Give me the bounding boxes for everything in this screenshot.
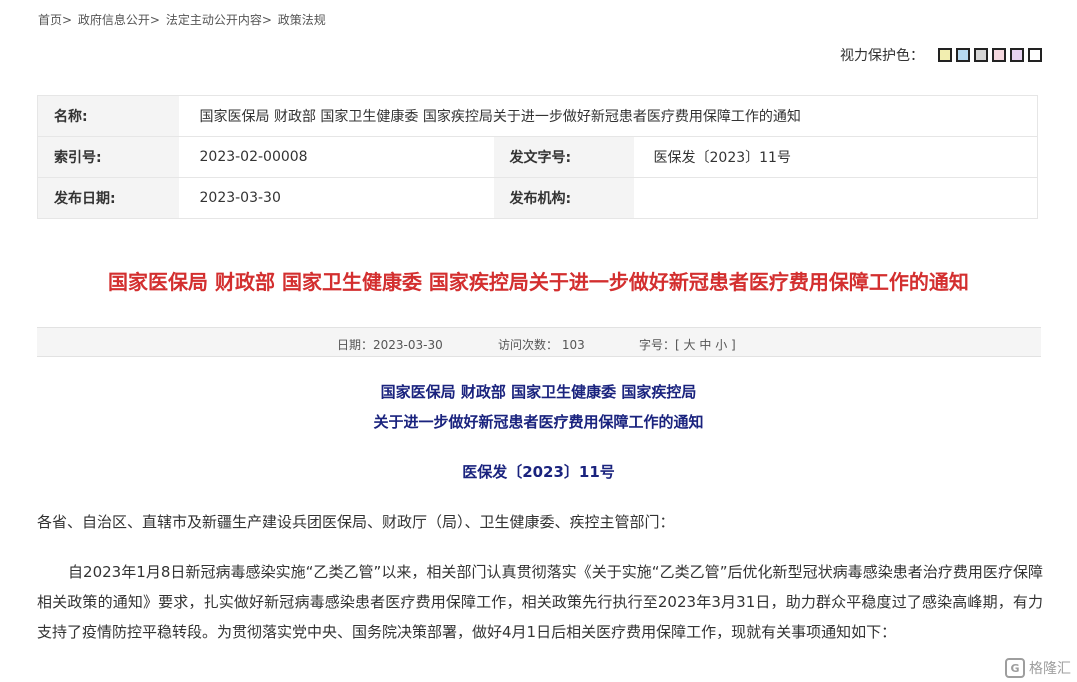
font-size-small[interactable]: 小 — [715, 338, 727, 352]
meta-name-label: 名称: — [37, 95, 179, 137]
visit-count: 访问次数： 103 — [498, 338, 585, 352]
meta-date-value: 2023-03-30 — [178, 177, 494, 219]
breadcrumb-separator: > — [62, 13, 73, 27]
meta-org-value — [633, 177, 1038, 219]
color-swatch-purple[interactable] — [1010, 48, 1024, 62]
document-subject: 关于进一步做好新冠患者医疗费用保障工作的通知 — [373, 413, 704, 431]
document-metadata-table: 名称: 国家医保局 财政部 国家卫生健康委 国家疾控局关于进一步做好新冠患者医疗… — [37, 95, 1039, 219]
color-swatch-blue[interactable] — [956, 48, 970, 62]
eye-protection-picker: 视力保护色： — [840, 45, 1042, 65]
color-swatch-gray[interactable] — [974, 48, 988, 62]
meta-index-value: 2023-02-00008 — [178, 136, 494, 178]
meta-docno-label: 发文字号: — [493, 136, 634, 178]
document-paragraph: 自2023年1月8日新冠病毒感染实施“乙类乙管”以来，相关部门认真贯彻落实《关于… — [37, 563, 1043, 641]
document-addressee: 各省、自治区、直辖市及新疆生产建设兵团医保局、财政厅（局）、卫生健康委、疾控主管… — [37, 513, 675, 531]
meta-row-date: 发布日期: 2023-03-30 发布机构: — [37, 177, 1038, 219]
watermark: G 格隆汇 — [1005, 658, 1071, 678]
font-size-control: 字号：[ 大 中 小 ] — [639, 336, 736, 353]
page-title: 国家医保局 财政部 国家卫生健康委 国家疾控局关于进一步做好新冠患者医疗费用保障… — [108, 270, 969, 294]
breadcrumb-policy[interactable]: 政策法规 — [278, 13, 326, 27]
breadcrumb-home[interactable]: 首页 — [38, 13, 62, 27]
meta-row-name: 名称: 国家医保局 财政部 国家卫生健康委 国家疾控局关于进一步做好新冠患者医疗… — [37, 95, 1038, 137]
font-size-close-bracket: ] — [731, 338, 736, 352]
meta-name-value: 国家医保局 财政部 国家卫生健康委 国家疾控局关于进一步做好新冠患者医疗费用保障… — [178, 95, 1038, 137]
watermark-text: 格隆汇 — [1029, 661, 1071, 677]
font-size-large[interactable]: 大 — [684, 338, 696, 352]
color-swatch-yellow[interactable] — [938, 48, 952, 62]
meta-docno-value: 医保发〔2023〕11号 — [633, 136, 1038, 178]
meta-row-index: 索引号: 2023-02-00008 发文字号: 医保发〔2023〕11号 — [37, 136, 1038, 178]
breadcrumb: 首页> 政府信息公开> 法定主动公开内容> 政策法规 — [38, 11, 326, 28]
publish-date: 日期：2023-03-30 — [337, 338, 443, 352]
meta-org-label: 发布机构: — [493, 177, 634, 219]
font-size-medium[interactable]: 中 — [699, 338, 711, 352]
color-swatch-pink[interactable] — [992, 48, 1006, 62]
font-size-label: 字号：[ — [639, 338, 680, 352]
breadcrumb-separator: > — [149, 13, 160, 27]
watermark-logo-icon: G — [1005, 658, 1025, 678]
document-issuer: 国家医保局 财政部 国家卫生健康委 国家疾控局 — [380, 383, 697, 401]
article-info-bar: 日期：2023-03-30 访问次数： 103 字号：[ 大 中 小 ] — [37, 327, 1041, 357]
meta-index-label: 索引号: — [37, 136, 179, 178]
breadcrumb-gov-info[interactable]: 政府信息公开 — [78, 13, 150, 27]
color-swatch-white[interactable] — [1028, 48, 1042, 62]
breadcrumb-public-content[interactable]: 法定主动公开内容 — [166, 13, 262, 27]
meta-date-label: 发布日期: — [37, 177, 179, 219]
breadcrumb-separator: > — [261, 13, 272, 27]
eye-protection-label: 视力保护色： — [840, 48, 924, 64]
document-number: 医保发〔2023〕11号 — [462, 463, 615, 481]
